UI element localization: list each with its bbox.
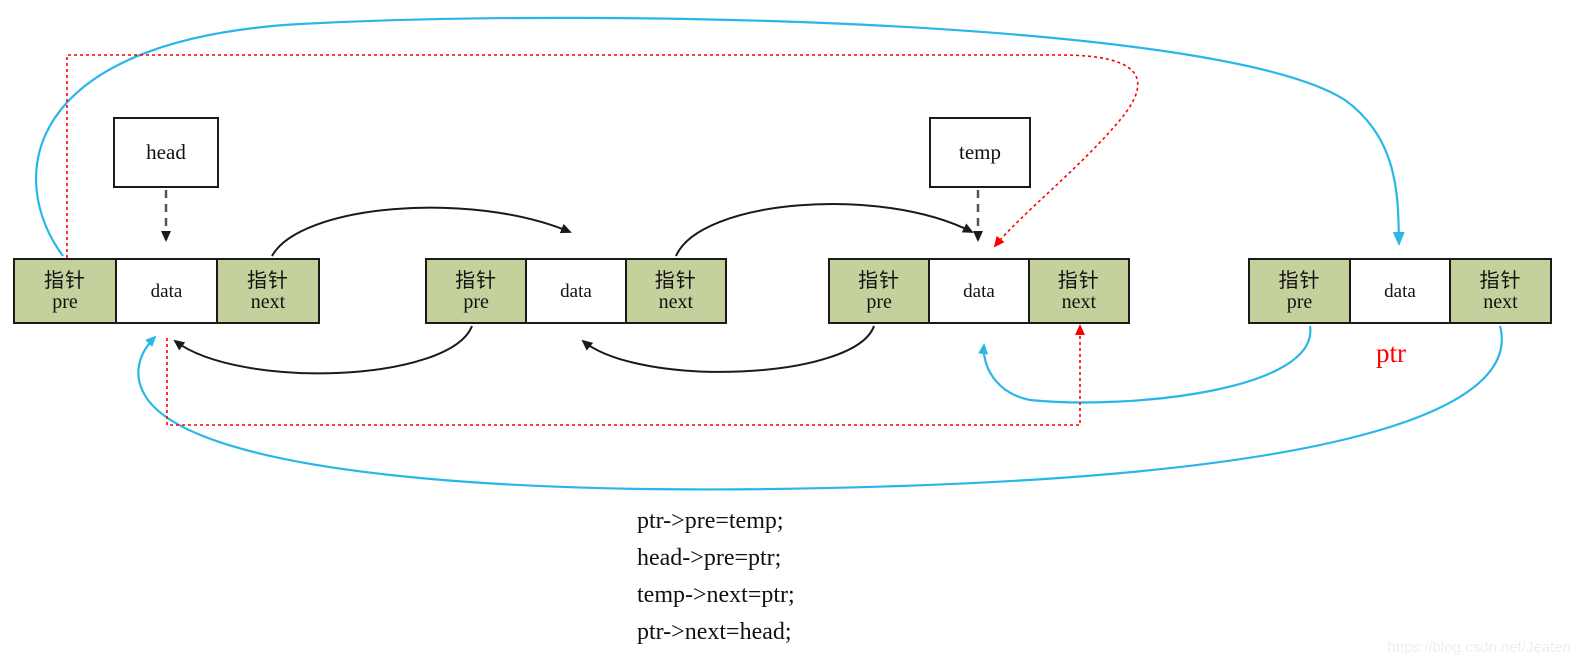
node-2-data-en: data bbox=[560, 280, 592, 302]
watermark: https://blog.csdn.net/Jeaten bbox=[1387, 639, 1571, 656]
edge-node4-pre-to-node3-data bbox=[978, 325, 1312, 404]
node-4-data-en: data bbox=[1384, 280, 1416, 302]
temp-box[interactable]: temp bbox=[929, 117, 1031, 188]
head-box-label: head bbox=[146, 140, 186, 164]
node-2-pre-cn: 指针 bbox=[455, 269, 498, 292]
node-3[interactable]: 指针 pre data 指针 next bbox=[828, 258, 1130, 324]
code-line-4: ptr->next=head; bbox=[637, 619, 792, 645]
node-1[interactable]: 指针 pre data 指针 next bbox=[13, 258, 320, 324]
edge-node4-next-to-node1-data bbox=[137, 325, 1503, 491]
edge-node1-next-to-node2-data bbox=[271, 206, 572, 257]
node-2-pre-en: pre bbox=[463, 290, 489, 313]
edge-node1-pre-to-node4-data bbox=[35, 16, 1405, 257]
node-4-next-cell[interactable]: 指针 next bbox=[1451, 260, 1550, 322]
node-4-pre-cell[interactable]: 指针 pre bbox=[1250, 260, 1349, 322]
node-2-next-cell[interactable]: 指针 next bbox=[626, 260, 725, 322]
edge-node2-pre-to-node1-data bbox=[173, 325, 473, 375]
node-4-next-en: next bbox=[1483, 290, 1518, 313]
node-1-pre-cn: 指针 bbox=[43, 269, 86, 292]
code-line-2: head->pre=ptr; bbox=[637, 545, 782, 571]
node-1-data-en: data bbox=[150, 280, 183, 302]
node-4-pre-en: pre bbox=[1286, 290, 1313, 313]
node-1-pre-cell[interactable]: 指针 pre bbox=[15, 260, 115, 322]
node-2-data-cell[interactable]: data bbox=[525, 260, 627, 322]
ptr-label: ptr bbox=[1376, 338, 1406, 369]
node-4[interactable]: 指针 pre data 指针 next bbox=[1248, 258, 1552, 324]
head-box[interactable]: head bbox=[113, 117, 219, 188]
code-line-3: temp->next=ptr; bbox=[637, 582, 795, 608]
node-3-next-cn: 指针 bbox=[1057, 269, 1100, 292]
code-block: ptr->pre=temp; head->pre=ptr; temp->next… bbox=[637, 503, 795, 651]
node-2[interactable]: 指针 pre data 指针 next bbox=[425, 258, 727, 324]
node-4-data-cell[interactable]: data bbox=[1349, 260, 1451, 322]
node-3-next-en: next bbox=[1061, 290, 1097, 313]
node-3-pre-en: pre bbox=[866, 290, 892, 313]
node-3-next-cell[interactable]: 指针 next bbox=[1029, 260, 1128, 322]
node-2-next-cn: 指针 bbox=[654, 269, 697, 292]
node-3-pre-cell[interactable]: 指针 pre bbox=[830, 260, 929, 322]
temp-box-label: temp bbox=[959, 140, 1001, 164]
node-3-data-cell[interactable]: data bbox=[928, 260, 1030, 322]
edge-node2-next-to-node3-data bbox=[675, 203, 974, 257]
edge-red-dotted-ptr-chain bbox=[166, 324, 1085, 426]
ptr-label-text: ptr bbox=[1376, 338, 1406, 368]
node-3-pre-cn: 指针 bbox=[858, 269, 901, 292]
node-2-pre-cell[interactable]: 指针 pre bbox=[427, 260, 526, 322]
node-1-next-cell[interactable]: 指针 next bbox=[218, 260, 318, 322]
node-4-pre-cn: 指针 bbox=[1278, 269, 1321, 292]
node-1-data-cell[interactable]: data bbox=[114, 260, 218, 322]
node-2-next-en: next bbox=[658, 290, 694, 313]
diagram-canvas: 指针 pre data 指针 next 指针 pre data 指针 next … bbox=[0, 0, 1581, 662]
node-4-next-cn: 指针 bbox=[1479, 269, 1522, 292]
node-3-data-en: data bbox=[963, 280, 995, 302]
node-1-pre-en: pre bbox=[52, 290, 78, 313]
node-1-next-en: next bbox=[250, 290, 286, 313]
edge-node3-pre-to-node2-data bbox=[581, 325, 875, 373]
code-line-1: ptr->pre=temp; bbox=[637, 508, 784, 534]
node-1-next-cn: 指针 bbox=[246, 269, 289, 292]
